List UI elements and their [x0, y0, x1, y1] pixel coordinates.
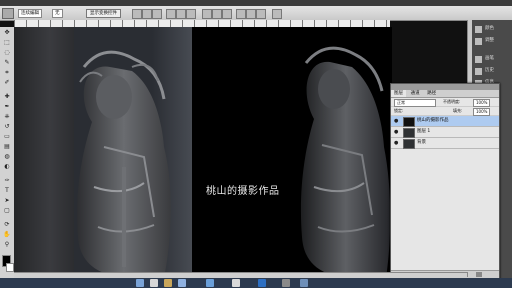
canvas-dark-area[interactable]	[192, 27, 292, 278]
opacity-field[interactable]: 100%	[473, 99, 491, 107]
delete-layer-icon[interactable]	[475, 272, 482, 277]
move-tool-icon[interactable]	[2, 8, 14, 19]
document-canvas-right[interactable]	[292, 27, 392, 278]
dock-item-history[interactable]: 历史	[475, 66, 509, 76]
taskbar-app-icon[interactable]	[150, 279, 158, 287]
layer-name: 桃山的摄影作品	[417, 118, 449, 123]
tab-channels[interactable]: 通道	[408, 90, 423, 97]
fill-label: 填充:	[453, 108, 463, 113]
align-middle-icon[interactable]	[142, 9, 152, 19]
taskbar-app-icon[interactable]	[178, 279, 186, 287]
blur-tool-icon[interactable]: ◍	[2, 153, 12, 161]
taskbar-app-icon[interactable]	[282, 279, 290, 287]
brush-tool-icon[interactable]: ✒	[2, 103, 12, 111]
auto-align-icon[interactable]	[272, 9, 282, 19]
statue-image	[77, 50, 171, 278]
layer-row[interactable]: ● 图层 1	[391, 127, 499, 138]
pen-tool-icon[interactable]: ✑	[2, 177, 12, 185]
photoshop-taskbar-icon[interactable]	[258, 279, 266, 287]
lasso-tool-icon[interactable]: ◌	[2, 49, 12, 57]
value-select[interactable]: 无	[52, 9, 63, 18]
statue-image-dark	[300, 46, 391, 278]
tab-paths[interactable]: 路径	[424, 90, 439, 97]
shape-tool-icon[interactable]: ▢	[2, 207, 12, 215]
path-select-tool-icon[interactable]: ➤	[2, 197, 12, 205]
dodge-tool-icon[interactable]: ◐	[2, 163, 12, 171]
history-brush-tool-icon[interactable]: ↺	[2, 123, 12, 131]
layer-thumbnail	[403, 128, 415, 138]
lock-label: 锁定:	[394, 108, 404, 113]
distribute-center-icon[interactable]	[246, 9, 256, 19]
layer-thumbnail	[403, 117, 415, 127]
eye-icon[interactable]: ●	[394, 129, 400, 135]
zoom-tool-icon[interactable]: ⚲	[2, 241, 12, 249]
hand-tool-icon[interactable]: ✋	[2, 231, 12, 239]
dock-item-colors[interactable]: 颜色	[475, 24, 509, 34]
show-transform-button[interactable]: 显示变换控件	[86, 9, 121, 18]
align-center-icon[interactable]	[176, 9, 186, 19]
layer-thumbnail	[403, 139, 415, 149]
tab-layers[interactable]: 图层	[391, 90, 406, 97]
dock-item-adjust[interactable]: 调整	[475, 36, 509, 46]
crop-tool-icon[interactable]: ⌗	[2, 69, 12, 77]
align-top-icon[interactable]	[132, 9, 142, 19]
brush-icon	[475, 55, 482, 63]
adjust-icon	[475, 37, 482, 45]
distribute-middle-icon[interactable]	[212, 9, 222, 19]
swatches-icon	[475, 25, 482, 33]
align-bottom-icon[interactable]	[152, 9, 162, 19]
document-canvas-left[interactable]	[14, 27, 192, 278]
layer-name: 背景	[417, 140, 426, 145]
distribute-left-icon[interactable]	[236, 9, 246, 19]
gradient-tool-icon[interactable]: ▤	[2, 143, 12, 151]
opacity-label: 不透明度:	[443, 99, 461, 104]
background-color-swatch[interactable]	[6, 263, 14, 272]
distribute-top-icon[interactable]	[202, 9, 212, 19]
align-left-icon[interactable]	[166, 9, 176, 19]
mode-select[interactable]: 连续编辑	[18, 9, 42, 18]
layer-row[interactable]: ● 背景	[391, 138, 499, 149]
eye-icon[interactable]: ●	[394, 140, 400, 146]
fill-field[interactable]: 100%	[473, 108, 491, 116]
layers-panel-tabs: 图层 通道 路径	[391, 90, 499, 98]
blend-mode-select[interactable]: 正常	[394, 99, 436, 107]
eye-icon[interactable]: ●	[394, 118, 400, 124]
taskbar-app-icon[interactable]	[232, 279, 240, 287]
3d-rotate-tool-icon[interactable]: ⟳	[2, 221, 12, 229]
dock-item-brushes[interactable]: 画笔	[475, 54, 509, 64]
windows-taskbar	[0, 278, 512, 288]
move-tool-icon[interactable]: ✥	[2, 29, 12, 37]
eyedropper-tool-icon[interactable]: ✐	[2, 79, 12, 87]
layers-panel: 图层 通道 路径 正常 不透明度: 100% 锁定: 填充: 100% ● 桃山…	[390, 83, 500, 280]
layer-row[interactable]: ● 桃山的摄影作品	[391, 116, 499, 127]
quick-select-tool-icon[interactable]: ✎	[2, 59, 12, 67]
taskbar-app-icon[interactable]	[206, 279, 214, 287]
eraser-tool-icon[interactable]: ▭	[2, 133, 12, 141]
taskbar-app-icon[interactable]	[164, 279, 172, 287]
healing-tool-icon[interactable]: ✚	[2, 93, 12, 101]
watermark-text: 桃山的摄影作品	[206, 186, 280, 197]
distribute-right-icon[interactable]	[256, 9, 266, 19]
taskbar-app-icon[interactable]	[136, 279, 144, 287]
history-icon	[475, 67, 482, 75]
taskbar-app-icon[interactable]	[300, 279, 308, 287]
distribute-bottom-icon[interactable]	[222, 9, 232, 19]
layer-name: 图层 1	[417, 129, 431, 134]
tools-panel: ✥ ⬚ ◌ ✎ ⌗ ✐ ✚ ✒ ⎈ ↺ ▭ ▤ ◍ ◐ ✑ T ➤ ▢ ⟳ ✋ …	[0, 27, 15, 278]
stamp-tool-icon[interactable]: ⎈	[2, 113, 12, 121]
align-right-icon[interactable]	[186, 9, 196, 19]
options-bar: 连续编辑 无 显示变换控件	[0, 6, 512, 21]
marquee-tool-icon[interactable]: ⬚	[2, 39, 12, 47]
type-tool-icon[interactable]: T	[2, 187, 12, 195]
